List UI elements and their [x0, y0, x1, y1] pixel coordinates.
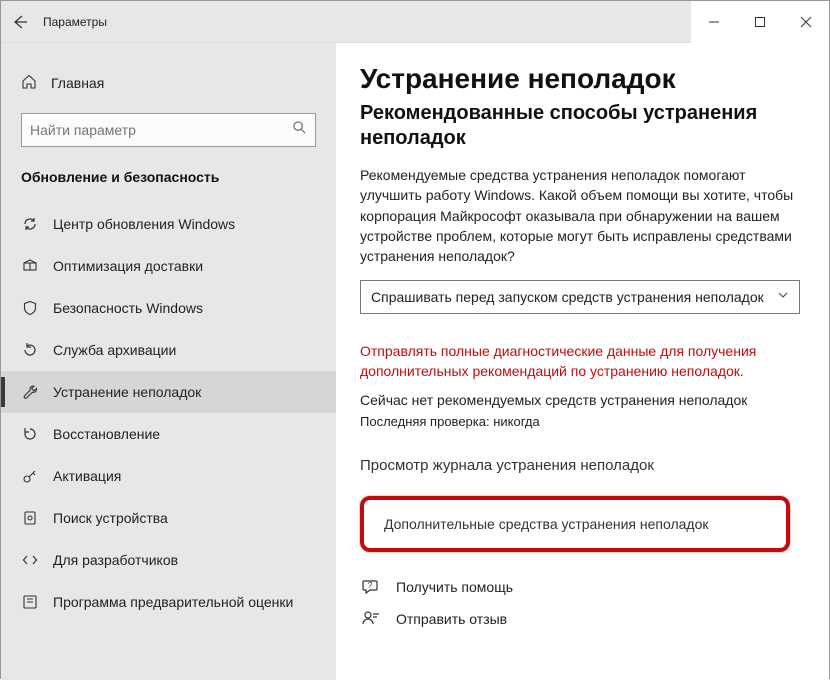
- svg-text:?: ?: [368, 581, 373, 590]
- sidebar-item-label: Восстановление: [53, 426, 160, 442]
- sidebar-item-windows-update[interactable]: Центр обновления Windows: [1, 203, 336, 245]
- sidebar-item-troubleshoot[interactable]: Устранение неполадок: [1, 371, 336, 413]
- sidebar-item-label: Оптимизация доставки: [53, 258, 203, 274]
- insider-icon: [21, 593, 39, 611]
- sidebar-item-label: Служба архивации: [53, 342, 176, 358]
- feedback-label: Отправить отзыв: [396, 611, 507, 627]
- shield-icon: [21, 299, 39, 317]
- backup-icon: [21, 341, 39, 359]
- recovery-icon: [21, 425, 39, 443]
- sidebar-item-developers[interactable]: Для разработчиков: [1, 539, 336, 581]
- section-heading: Рекомендованные способы устранения непол…: [360, 101, 811, 151]
- sidebar-item-label: Программа предварительной оценки: [53, 594, 293, 610]
- code-icon: [21, 551, 39, 569]
- key-icon: [21, 467, 39, 485]
- dropdown-value: Спрашивать перед запуском средств устран…: [371, 289, 777, 305]
- description-text: Рекомендуемые средства устранения непола…: [360, 165, 800, 266]
- get-help-link[interactable]: ? Получить помощь: [360, 576, 811, 598]
- feedback-icon: [360, 608, 382, 630]
- sidebar-item-label: Активация: [53, 468, 121, 484]
- sidebar-item-label: Центр обновления Windows: [53, 216, 235, 232]
- search-field[interactable]: [30, 122, 292, 138]
- get-help-label: Получить помощь: [396, 579, 513, 595]
- sidebar-item-label: Безопасность Windows: [53, 300, 203, 316]
- additional-troubleshooters-link[interactable]: Дополнительные средства устранения непол…: [384, 516, 709, 532]
- minimize-button[interactable]: [691, 1, 737, 43]
- status-text: Сейчас нет рекомендуемых средств устране…: [360, 392, 811, 408]
- sidebar-item-windows-security[interactable]: Безопасность Windows: [1, 287, 336, 329]
- sidebar-item-delivery-optimization[interactable]: Оптимизация доставки: [1, 245, 336, 287]
- sidebar-item-find-device[interactable]: Поиск устройства: [1, 497, 336, 539]
- chat-help-icon: ?: [360, 576, 382, 598]
- home-link[interactable]: Главная: [1, 63, 336, 103]
- sidebar-item-label: Поиск устройства: [53, 510, 168, 526]
- wrench-icon: [21, 383, 39, 401]
- sidebar-item-backup[interactable]: Служба архивации: [1, 329, 336, 371]
- maximize-button[interactable]: [737, 1, 783, 43]
- troubleshoot-mode-dropdown[interactable]: Спрашивать перед запуском средств устран…: [360, 280, 800, 314]
- sidebar-item-label: Для разработчиков: [53, 552, 178, 568]
- page-title: Устранение неполадок: [360, 63, 811, 95]
- sync-icon: [21, 215, 39, 233]
- close-button[interactable]: [783, 1, 829, 43]
- diagnostic-warning: Отправлять полные диагностические данные…: [360, 342, 800, 381]
- history-link[interactable]: Просмотр журнала устранения неполадок: [360, 457, 654, 474]
- additional-troubleshooters-highlight: Дополнительные средства устранения непол…: [360, 496, 790, 552]
- window-title: Параметры: [39, 15, 107, 29]
- search-icon: [292, 120, 307, 140]
- search-input[interactable]: [21, 113, 316, 147]
- sidebar-item-label: Устранение неполадок: [53, 384, 201, 400]
- titlebar: Параметры: [1, 1, 829, 43]
- content-area: Устранение неполадок Рекомендованные спо…: [336, 43, 829, 680]
- sidebar-item-activation[interactable]: Активация: [1, 455, 336, 497]
- back-button[interactable]: [1, 1, 39, 43]
- home-label: Главная: [51, 75, 104, 91]
- sidebar: Главная Обновление и безопасность Центр …: [1, 43, 336, 680]
- sidebar-item-insider[interactable]: Программа предварительной оценки: [1, 581, 336, 623]
- last-check-text: Последняя проверка: никогда: [360, 414, 811, 429]
- find-device-icon: [21, 509, 39, 527]
- feedback-link[interactable]: Отправить отзыв: [360, 608, 811, 630]
- arrow-left-icon: [12, 14, 28, 30]
- sidebar-item-recovery[interactable]: Восстановление: [1, 413, 336, 455]
- section-title: Обновление и безопасность: [1, 165, 336, 203]
- home-icon: [21, 74, 37, 93]
- delivery-icon: [21, 257, 39, 275]
- chevron-down-icon: [777, 288, 789, 306]
